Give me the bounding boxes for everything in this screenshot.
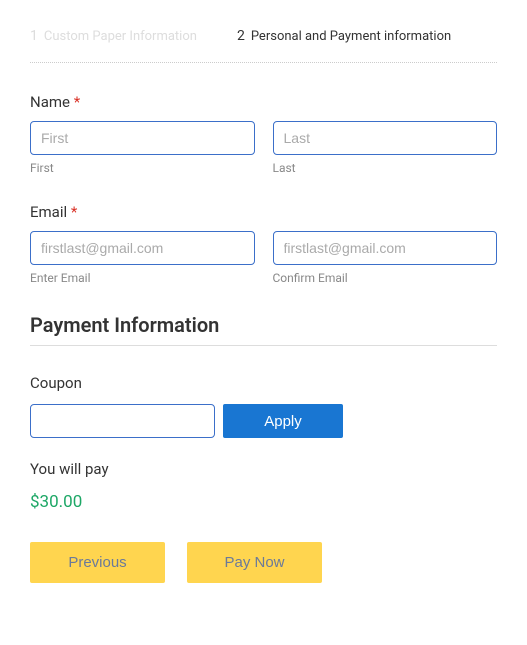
apply-button[interactable]: Apply	[223, 404, 343, 438]
last-name-sublabel: Last	[273, 161, 498, 175]
required-indicator: *	[74, 93, 80, 111]
email-sublabel: Enter Email	[30, 271, 255, 285]
pay-now-button[interactable]: Pay Now	[187, 542, 322, 583]
name-label: Name *	[30, 93, 497, 111]
first-name-input[interactable]	[30, 121, 255, 155]
step-1[interactable]: 1 Custom Paper Information	[30, 28, 197, 44]
email-input[interactable]	[30, 231, 255, 265]
step-1-number: 1	[30, 28, 38, 44]
step-2-label: Personal and Payment information	[251, 29, 451, 44]
payment-section-header: Payment Information	[30, 313, 497, 337]
previous-button[interactable]: Previous	[30, 542, 165, 583]
step-2-number: 2	[237, 28, 245, 44]
section-divider	[30, 345, 497, 346]
confirm-email-input[interactable]	[273, 231, 498, 265]
pay-amount: $30.00	[30, 492, 497, 512]
coupon-input[interactable]	[30, 404, 215, 438]
step-indicator: 1 Custom Paper Information 2 Personal an…	[30, 28, 497, 63]
step-1-label: Custom Paper Information	[44, 29, 197, 44]
pay-label: You will pay	[30, 460, 497, 478]
confirm-email-sublabel: Confirm Email	[273, 271, 498, 285]
first-name-sublabel: First	[30, 161, 255, 175]
required-indicator: *	[71, 203, 77, 221]
coupon-label: Coupon	[30, 374, 497, 392]
email-label: Email *	[30, 203, 497, 221]
last-name-input[interactable]	[273, 121, 498, 155]
step-2: 2 Personal and Payment information	[237, 28, 451, 44]
